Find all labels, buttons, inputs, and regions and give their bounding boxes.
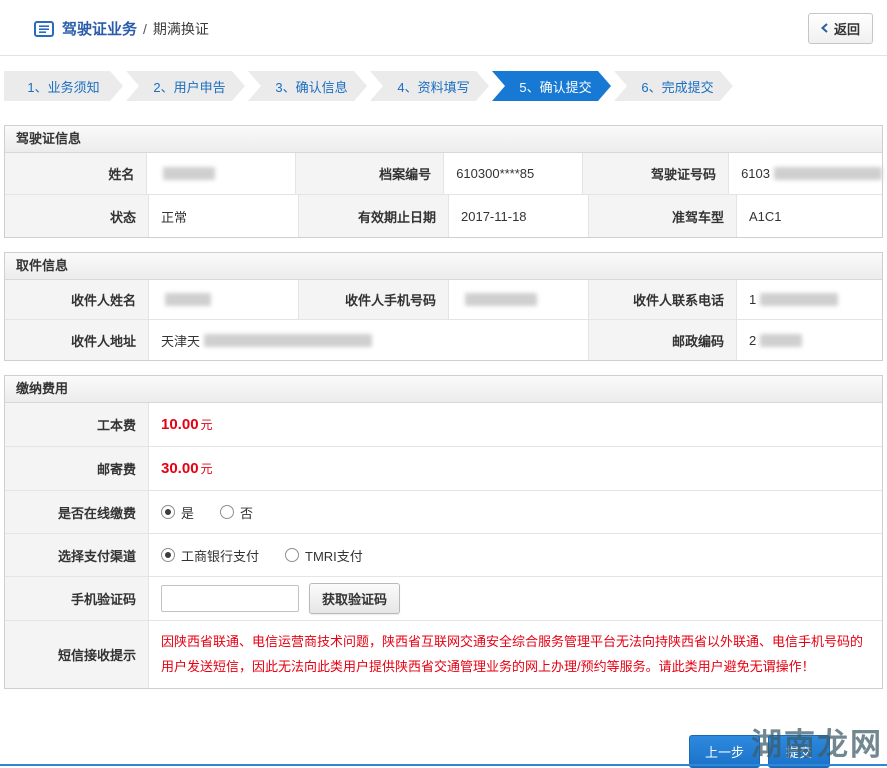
redacted-recipient-name bbox=[165, 293, 211, 306]
address-label: 收件人地址 bbox=[5, 320, 149, 360]
table-row: 邮寄费 30.00 元 bbox=[5, 447, 882, 491]
recipient-name-value bbox=[149, 280, 299, 319]
sms-notice-label: 短信接收提示 bbox=[5, 621, 149, 689]
address-visible: 天津天 bbox=[161, 333, 201, 349]
back-button-label: 返回 bbox=[833, 22, 860, 37]
table-row: 状态 正常 有效期止日期 2017-11-18 准驾车型 A1C1 bbox=[5, 195, 882, 237]
mailing-fee-amount: 30.00 bbox=[161, 460, 199, 477]
license-no-visible: 6103 bbox=[741, 166, 770, 181]
expiry-label: 有效期止日期 bbox=[299, 195, 449, 237]
pickup-section-title: 取件信息 bbox=[5, 253, 882, 280]
step-label: 1、业务须知 bbox=[27, 79, 100, 95]
page-header: 驾驶证业务 / 期满换证 返回 bbox=[0, 0, 887, 56]
payment-channel-label: 选择支付渠道 bbox=[5, 534, 149, 576]
fee-unit: 元 bbox=[200, 418, 213, 432]
recipient-phone-visible: 1 bbox=[749, 292, 757, 307]
production-fee-label: 工本费 bbox=[5, 403, 149, 446]
get-code-button[interactable]: 获取验证码 bbox=[309, 583, 401, 614]
online-pay-label: 是否在线缴费 bbox=[5, 491, 149, 533]
sms-code-field: 获取验证码 bbox=[149, 577, 882, 620]
mailing-fee-value: 30.00 元 bbox=[149, 447, 882, 490]
table-row: 手机验证码 获取验证码 bbox=[5, 577, 882, 621]
step-4-fill-data[interactable]: 4、资料填写 bbox=[370, 71, 489, 101]
table-row: 是否在线缴费 是 否 bbox=[5, 491, 882, 534]
step-2-declaration[interactable]: 2、用户申告 bbox=[126, 71, 245, 101]
expiry-value: 2017-11-18 bbox=[449, 195, 589, 237]
breadcrumb-current: 期满换证 bbox=[152, 20, 209, 37]
bottom-divider bbox=[0, 764, 887, 766]
file-no-label: 档案编号 bbox=[295, 153, 445, 194]
status-value: 正常 bbox=[149, 195, 299, 237]
mailing-fee-label: 邮寄费 bbox=[5, 447, 149, 490]
recipient-mobile-label: 收件人手机号码 bbox=[299, 280, 449, 319]
payment-channel-options: 工商银行支付 TMRI支付 bbox=[149, 534, 882, 576]
step-wizard: 1、业务须知 2、用户申告 3、确认信息 4、资料填写 5、确认提交 6、完成提… bbox=[4, 71, 883, 101]
pickup-info-section: 取件信息 收件人姓名 收件人手机号码 收件人联系电话 1 收件人地址 天津天 邮… bbox=[4, 252, 883, 361]
redacted-name bbox=[163, 167, 216, 180]
license-info-section: 驾驶证信息 姓名 档案编号 610300****85 驾驶证号码 6103 状态… bbox=[4, 125, 883, 238]
sms-notice-value: 因陕西省联通、电信运营商技术问题，陕西省互联网交通安全综合服务管理平台无法向持陕… bbox=[149, 621, 882, 689]
license-no-label: 驾驶证号码 bbox=[582, 153, 730, 194]
recipient-phone-label: 收件人联系电话 bbox=[589, 280, 737, 319]
step-5-confirm-submit[interactable]: 5、确认提交 bbox=[492, 71, 611, 101]
radio-channel-icbc[interactable] bbox=[161, 548, 175, 562]
vehicle-type-label: 准驾车型 bbox=[589, 195, 737, 237]
sms-code-label: 手机验证码 bbox=[5, 577, 149, 620]
watermark: 湖南龙网 bbox=[751, 727, 883, 762]
step-label: 3、确认信息 bbox=[275, 79, 348, 95]
radio-tmri-label: TMRI支付 bbox=[305, 548, 363, 564]
step-3-confirm-info[interactable]: 3、确认信息 bbox=[248, 71, 367, 101]
radio-online-pay-yes[interactable] bbox=[161, 505, 175, 519]
redacted-address bbox=[204, 333, 373, 347]
fees-section: 缴纳费用 工本费 10.00 元 邮寄费 30.00 元 是否在线缴费 是 否 … bbox=[4, 375, 883, 690]
table-row: 收件人地址 天津天 邮政编码 2 bbox=[5, 320, 882, 360]
step-label: 2、用户申告 bbox=[153, 79, 226, 95]
recipient-name-label: 收件人姓名 bbox=[5, 280, 149, 319]
redacted-recipient-phone bbox=[760, 293, 839, 306]
recipient-mobile-value bbox=[449, 280, 589, 319]
postcode-value: 2 bbox=[737, 320, 882, 360]
production-fee-value: 10.00 元 bbox=[149, 403, 882, 446]
redacted-recipient-mobile bbox=[465, 293, 537, 306]
license-section-title: 驾驶证信息 bbox=[5, 126, 882, 153]
step-label: 5、确认提交 bbox=[519, 79, 592, 95]
step-label: 6、完成提交 bbox=[641, 79, 714, 95]
breadcrumb-divider: / bbox=[143, 20, 147, 37]
file-no-value: 610300****85 bbox=[444, 153, 583, 194]
fees-section-title: 缴纳费用 bbox=[5, 376, 882, 403]
table-row: 短信接收提示 因陕西省联通、电信运营商技术问题，陕西省互联网交通安全综合服务管理… bbox=[5, 621, 882, 689]
radio-no-label: 否 bbox=[240, 505, 254, 521]
table-row: 选择支付渠道 工商银行支付 TMRI支付 bbox=[5, 534, 882, 577]
status-label: 状态 bbox=[5, 195, 149, 237]
redacted-postcode bbox=[760, 333, 803, 347]
back-button[interactable]: 返回 bbox=[807, 13, 873, 44]
form-icon bbox=[34, 20, 54, 37]
fee-unit: 元 bbox=[200, 462, 213, 476]
license-no-value: 6103 bbox=[729, 153, 882, 194]
production-fee-amount: 10.00 bbox=[161, 416, 199, 433]
redacted-license-no bbox=[773, 167, 882, 180]
postcode-label: 邮政编码 bbox=[589, 320, 737, 360]
sms-notice-text: 因陕西省联通、电信运营商技术问题，陕西省互联网交通安全综合服务管理平台无法向持陕… bbox=[161, 634, 864, 674]
postcode-visible: 2 bbox=[749, 332, 757, 348]
table-row: 收件人姓名 收件人手机号码 收件人联系电话 1 bbox=[5, 280, 882, 320]
radio-online-pay-no[interactable] bbox=[220, 505, 235, 519]
sms-code-input[interactable] bbox=[161, 585, 299, 612]
name-value bbox=[147, 153, 296, 194]
radio-yes-label: 是 bbox=[181, 505, 195, 521]
radio-channel-tmri[interactable] bbox=[285, 548, 300, 562]
page-title: 驾驶证业务 bbox=[62, 21, 138, 38]
radio-icbc-label: 工商银行支付 bbox=[181, 548, 260, 564]
chevron-left-icon bbox=[820, 21, 828, 36]
name-label: 姓名 bbox=[5, 153, 148, 194]
step-label: 4、资料填写 bbox=[397, 79, 470, 95]
online-pay-options: 是 否 bbox=[149, 491, 882, 533]
step-6-done[interactable]: 6、完成提交 bbox=[614, 71, 733, 101]
table-row: 姓名 档案编号 610300****85 驾驶证号码 6103 bbox=[5, 153, 882, 195]
table-row: 工本费 10.00 元 bbox=[5, 403, 882, 447]
step-1-notice[interactable]: 1、业务须知 bbox=[4, 71, 123, 101]
recipient-phone-value: 1 bbox=[737, 280, 882, 319]
address-value: 天津天 bbox=[149, 320, 589, 360]
vehicle-type-value: A1C1 bbox=[737, 195, 882, 237]
